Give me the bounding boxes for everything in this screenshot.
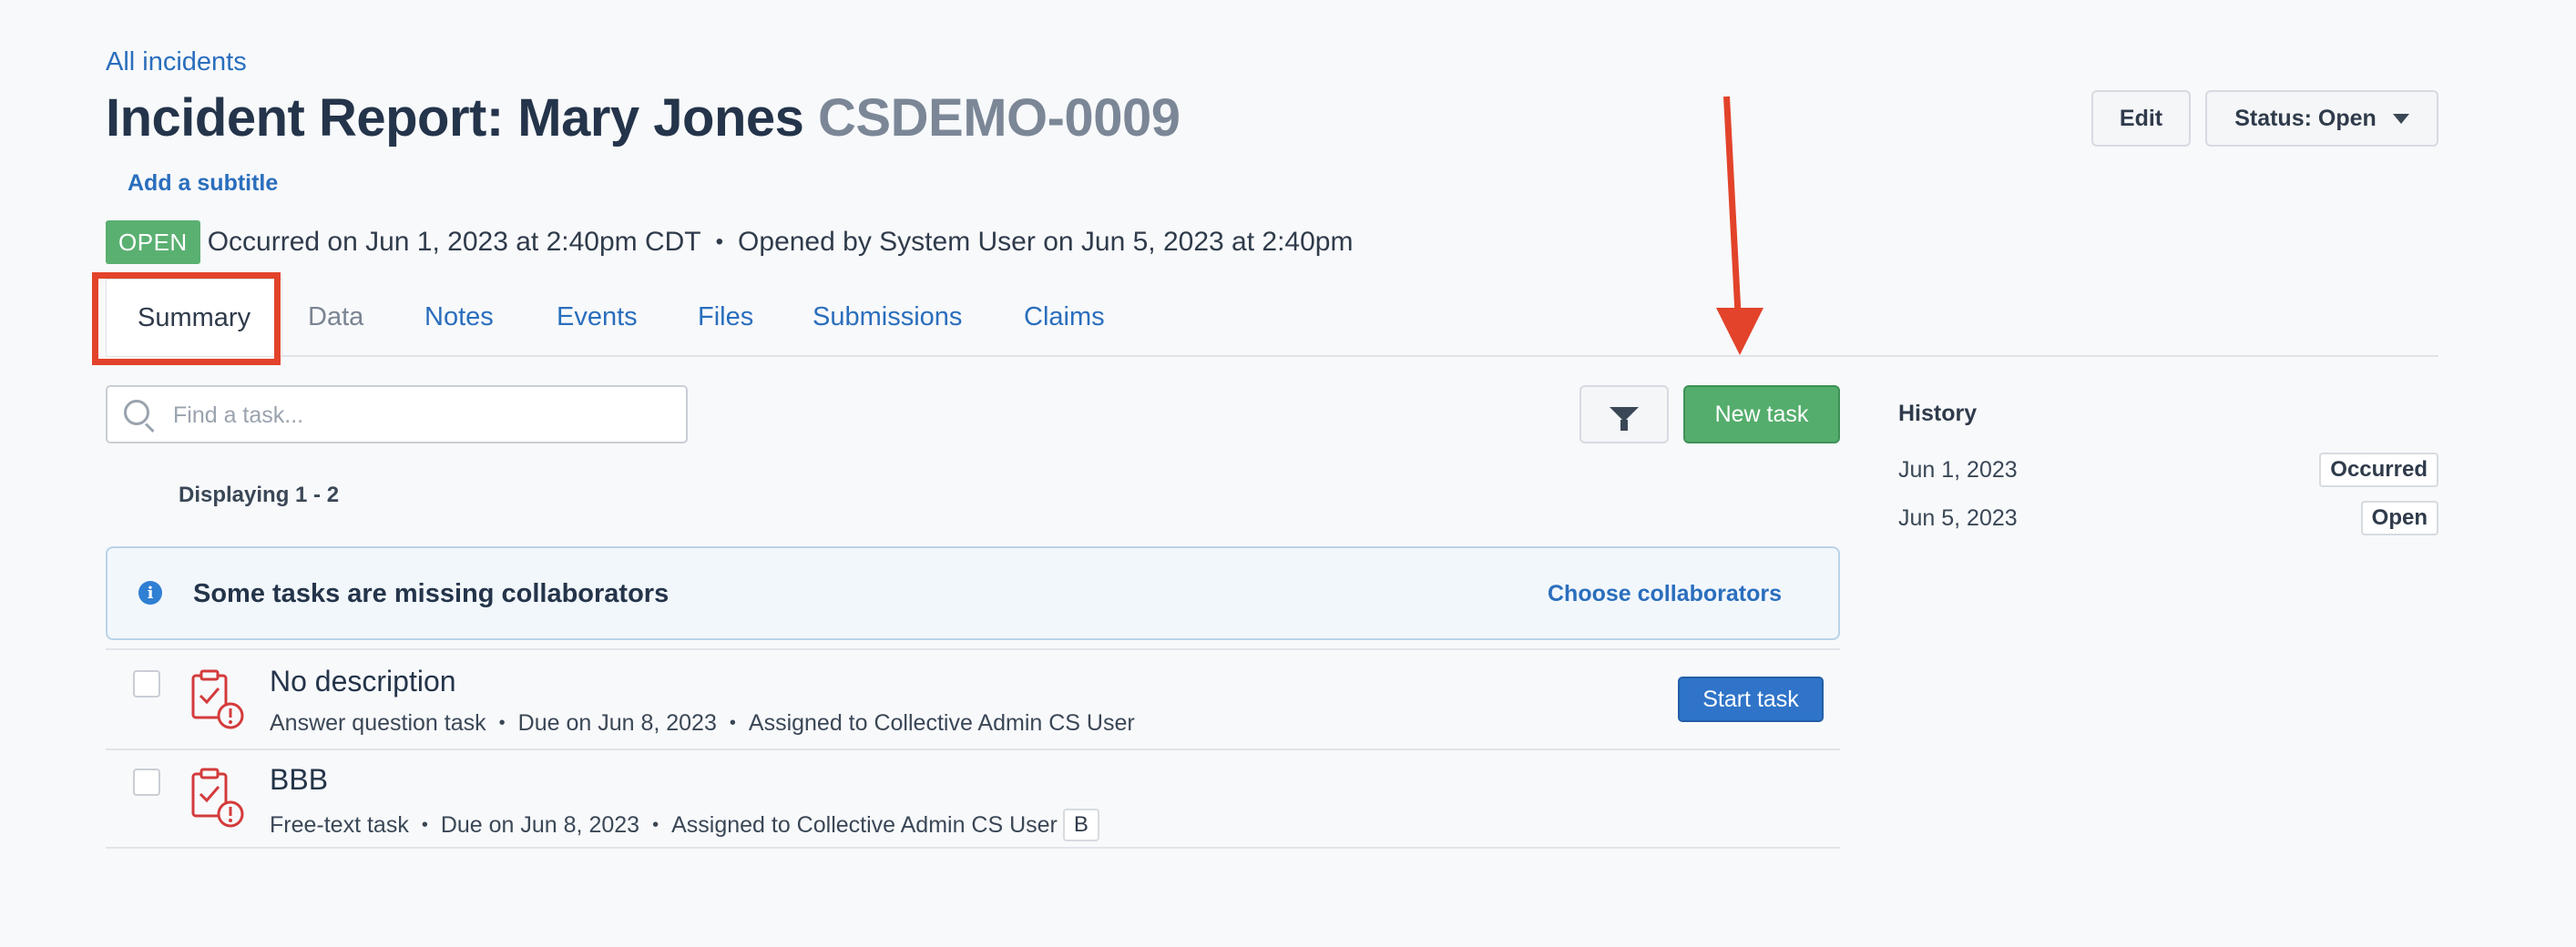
history-badge: Occurred [2319, 453, 2438, 487]
tab-claims[interactable]: Claims [1024, 279, 1105, 355]
task-checkbox[interactable] [133, 769, 160, 796]
meta-separator: • [729, 713, 736, 733]
new-task-label: New task [1714, 401, 1809, 427]
tab-events[interactable]: Events [557, 279, 638, 355]
status-badge: OPEN [106, 220, 200, 264]
status-label: Status: Open [2234, 105, 2377, 131]
history-row: Jun 5, 2023 Open [1898, 500, 2438, 536]
task-alert-icon [191, 768, 244, 828]
assignee-badge: B [1062, 809, 1099, 841]
tab-files[interactable]: Files [698, 279, 753, 355]
task-row: No description Answer question task • Du… [106, 648, 1840, 750]
status-dropdown[interactable]: Status: Open [2205, 90, 2438, 147]
task-alert-icon [191, 669, 244, 729]
edit-button[interactable]: Edit [2091, 90, 2191, 147]
history-date: Jun 5, 2023 [1898, 504, 2018, 531]
incident-code: CSDEMO-0009 [818, 88, 1181, 148]
filter-button[interactable] [1579, 385, 1669, 443]
annotation-highlight-box [92, 272, 281, 365]
task-row: BBB Free-text task • Due on Jun 8, 2023 … [106, 748, 1840, 849]
new-task-button[interactable]: New task [1683, 385, 1840, 443]
meta-separator: • [652, 814, 659, 835]
task-due: Due on Jun 8, 2023 [517, 710, 717, 736]
task-meta: Free-text task • Due on Jun 8, 2023 • As… [270, 809, 1099, 841]
task-search [106, 385, 688, 443]
task-assignee: Assigned to Collective Admin CS User [671, 811, 1058, 838]
filter-icon [1610, 407, 1639, 431]
task-search-input[interactable] [171, 394, 676, 436]
task-title[interactable]: No description [270, 665, 456, 698]
choose-collaborators-link[interactable]: Choose collaborators [1548, 581, 1782, 607]
incident-meta: OPEN Occurred on Jun 1, 2023 at 2:40pm C… [106, 220, 1353, 264]
info-icon: i [138, 581, 162, 605]
opened-text: Opened by System User on Jun 5, 2023 at … [738, 227, 1354, 257]
meta-separator: • [421, 814, 428, 835]
incident-title: Incident Report: Mary Jones [106, 88, 804, 148]
annotation-arrow-head [1716, 308, 1763, 355]
collaborators-banner: i Some tasks are missing collaborators C… [106, 546, 1840, 640]
task-due: Due on Jun 8, 2023 [440, 811, 640, 838]
add-subtitle-link[interactable]: Add a subtitle [128, 170, 278, 197]
meta-separator: • [498, 713, 506, 733]
tab-submissions[interactable]: Submissions [813, 279, 962, 355]
banner-message: Some tasks are missing collaborators [193, 579, 670, 608]
all-incidents-link[interactable]: All incidents [106, 47, 247, 77]
edit-button-label: Edit [2119, 105, 2163, 131]
caret-down-icon [2392, 113, 2409, 124]
task-type: Free-text task [270, 811, 409, 838]
displaying-count: Displaying 1 - 2 [179, 483, 340, 507]
meta-separator: • [715, 229, 724, 254]
tab-notes[interactable]: Notes [424, 279, 494, 355]
search-icon [124, 400, 149, 425]
task-assignee: Assigned to Collective Admin CS User [748, 710, 1135, 736]
task-type: Answer question task [270, 710, 486, 736]
task-meta: Answer question task • Due on Jun 8, 202… [270, 710, 1135, 737]
start-task-button[interactable]: Start task [1678, 677, 1824, 722]
task-title[interactable]: BBB [270, 763, 328, 797]
history-heading: History [1898, 401, 1978, 426]
start-task-label: Start task [1702, 686, 1799, 712]
page-title: Incident Report: Mary Jones CSDEMO-0009 [106, 87, 1181, 148]
history-date: Jun 1, 2023 [1898, 456, 2018, 483]
task-checkbox[interactable] [133, 670, 160, 698]
occurred-text: Occurred on Jun 1, 2023 at 2:40pm CDT [207, 227, 701, 257]
history-badge: Open [2360, 501, 2438, 535]
tab-bar: Summary Data Notes Events Files Submissi… [106, 279, 2438, 357]
history-row: Jun 1, 2023 Occurred [1898, 452, 2438, 488]
tab-data: Data [308, 301, 364, 331]
